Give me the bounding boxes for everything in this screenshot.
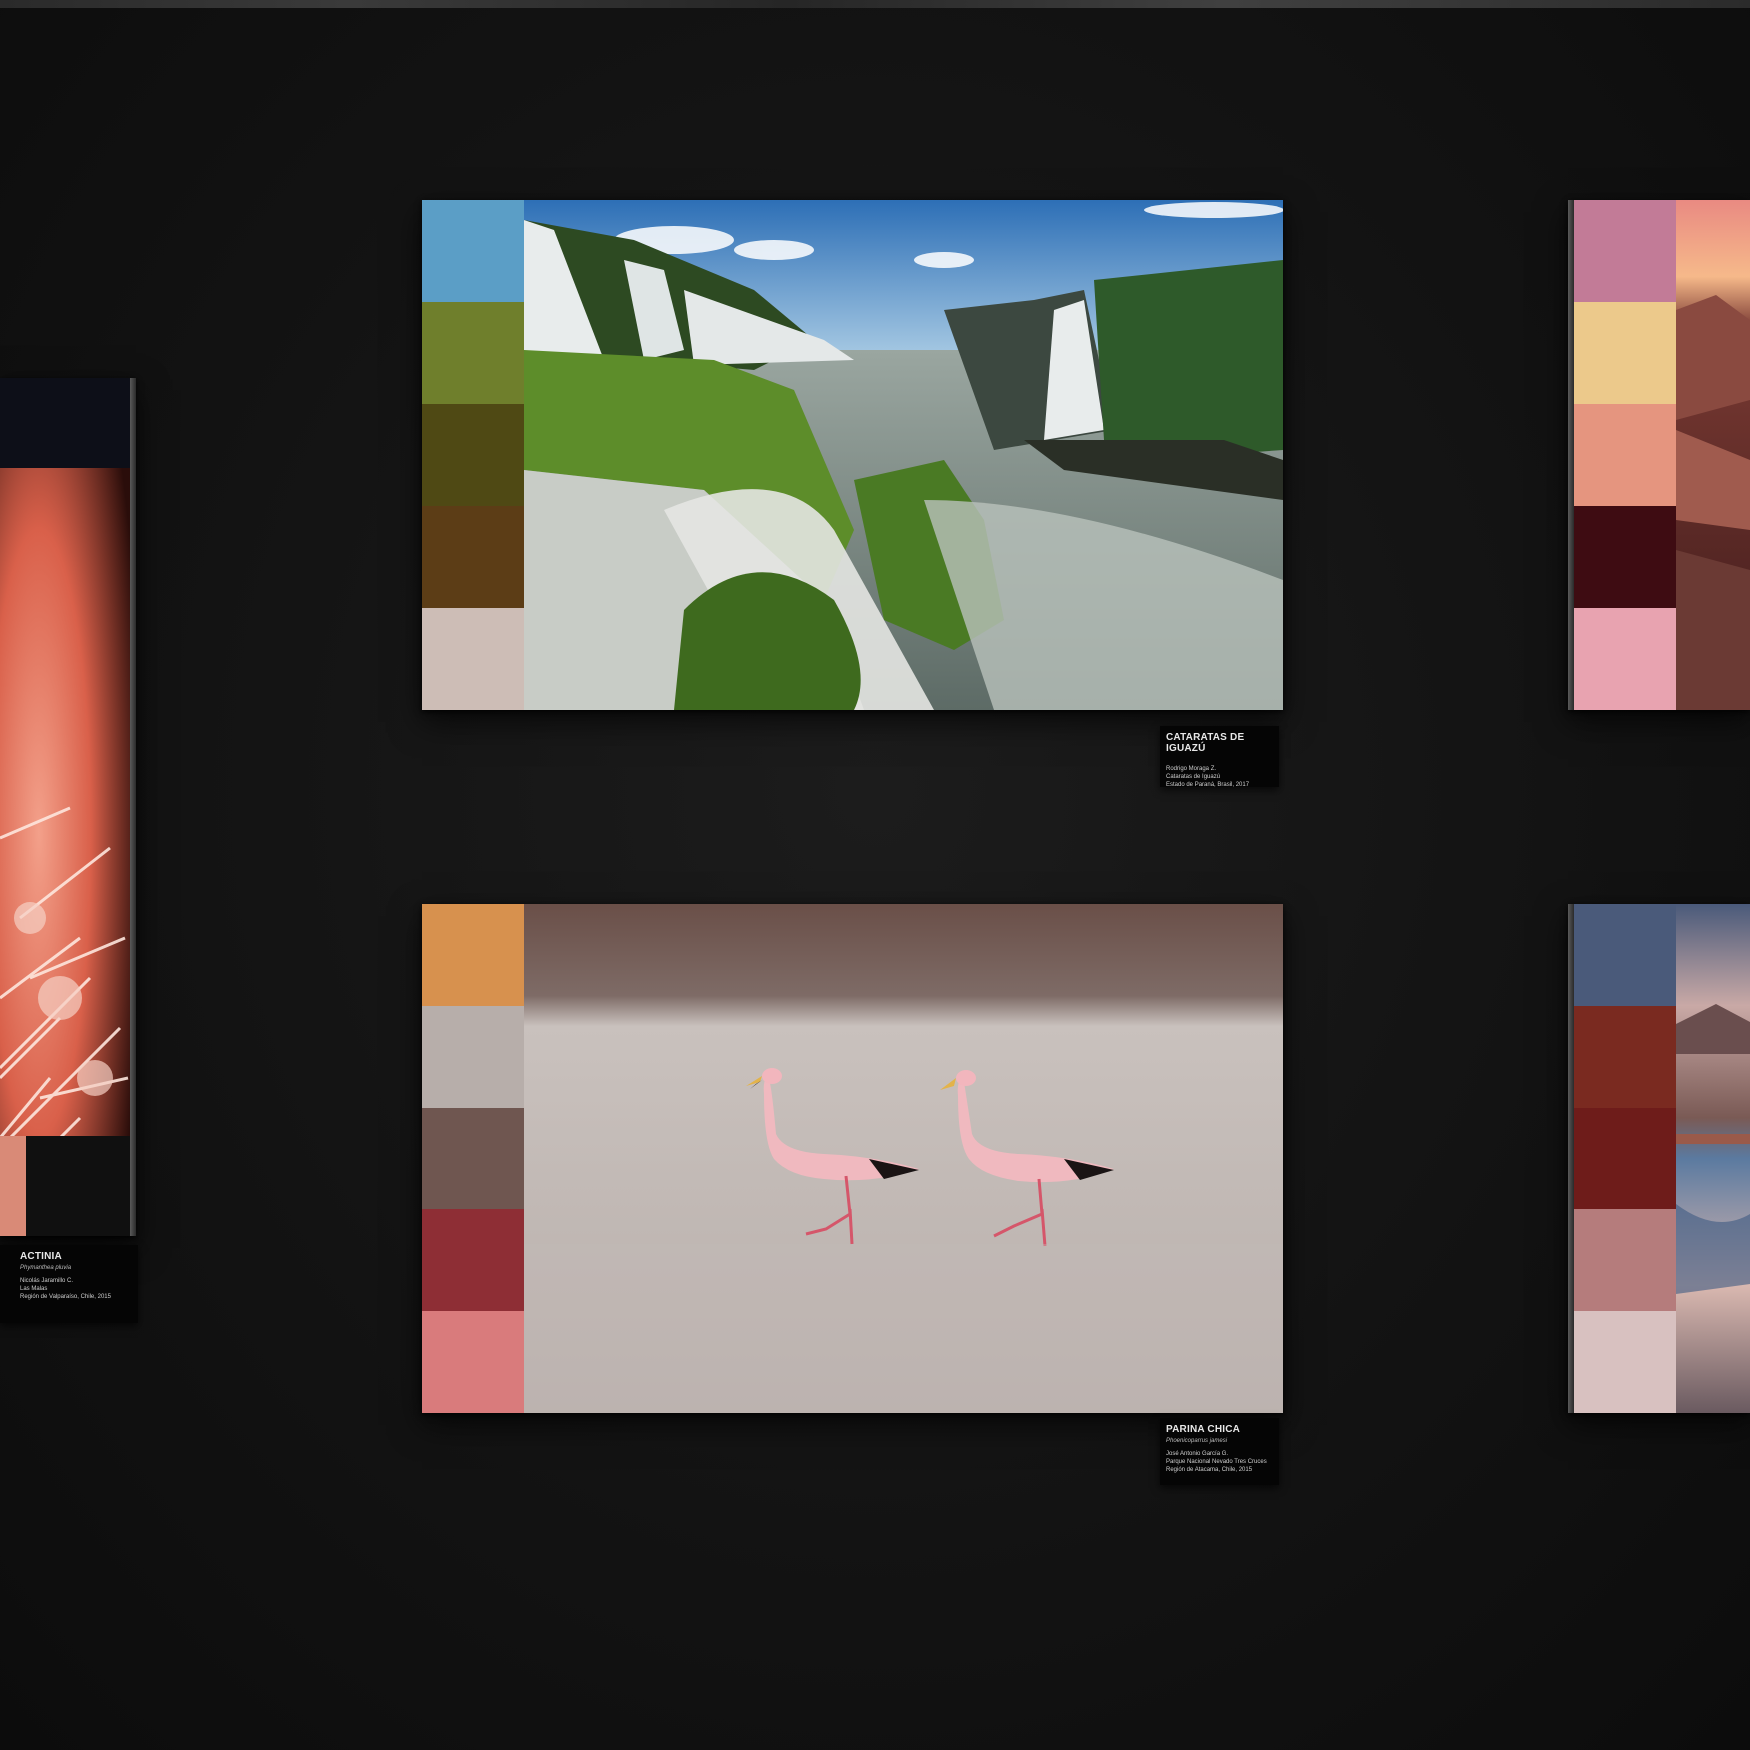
iguazu-photo xyxy=(524,200,1283,710)
palette-swatch xyxy=(0,1136,26,1236)
palette-swatch xyxy=(422,1209,524,1312)
palette-swatch xyxy=(422,1107,524,1210)
caption-parina-chica: PARINA CHICA Phoenicoparrus jamesi José … xyxy=(1160,1418,1279,1485)
palette-swatch xyxy=(422,404,524,506)
artwork-cataratas-de-iguazu[interactable] xyxy=(422,200,1283,710)
caption-line: Rodrigo Moraga Z. xyxy=(1166,766,1217,772)
artwork-right-bottom[interactable] xyxy=(1568,904,1750,1413)
right-bottom-palette xyxy=(1574,904,1676,1413)
caption-subtitle: Phoenicoparrus jamesi xyxy=(1166,1438,1228,1444)
palette-swatch xyxy=(422,200,524,302)
actinia-palette xyxy=(0,1136,130,1236)
palette-swatch xyxy=(422,506,524,608)
palette-swatch xyxy=(422,1005,524,1108)
palette-swatch xyxy=(26,1136,130,1236)
palette-swatch xyxy=(1574,404,1676,506)
parina-palette xyxy=(422,904,524,1413)
iguazu-palette xyxy=(422,200,524,710)
palette-swatch xyxy=(1574,904,1676,1006)
caption-line: Cataratas de Iguazú xyxy=(1166,774,1221,780)
caption-title: ACTINIA xyxy=(20,1251,62,1262)
caption-line: Nicolás Jaramillo C. xyxy=(20,1278,74,1284)
palette-swatch xyxy=(1574,1107,1676,1210)
caption-subtitle: Phymanthea pluvia xyxy=(20,1265,72,1271)
wall-top-strip xyxy=(0,0,1750,8)
caption-title: PARINA CHICA xyxy=(1166,1424,1241,1435)
caption-actinia: ACTINIA Phymanthea pluvia Nicolás Jarami… xyxy=(0,1245,138,1323)
caption-cataratas-de-iguazu: CATARATAS DE IGUAZÚ Rodrigo Moraga Z. Ca… xyxy=(1160,726,1279,788)
palette-swatch xyxy=(1574,506,1676,608)
caption-line: José Antonio García G. xyxy=(1166,1451,1229,1457)
palette-swatch xyxy=(1574,1209,1676,1312)
parina-photo xyxy=(524,904,1283,1413)
caption-title: CATARATAS DE IGUAZÚ xyxy=(1166,732,1245,754)
artwork-right-top[interactable] xyxy=(1568,200,1750,710)
palette-swatch xyxy=(422,1311,524,1413)
caption-line: Estado de Paraná, Brasil, 2017 xyxy=(1166,782,1250,788)
artwork-parina-chica[interactable] xyxy=(422,904,1283,1413)
palette-swatch xyxy=(422,302,524,404)
caption-line: Las Malas xyxy=(20,1286,48,1292)
palette-swatch xyxy=(1574,1005,1676,1108)
artwork-actinia[interactable] xyxy=(0,378,136,1236)
caption-line: Región de Atacama, Chile, 2015 xyxy=(1166,1467,1253,1473)
palette-swatch xyxy=(1574,302,1676,404)
palette-swatch xyxy=(1574,200,1676,302)
panel-edge xyxy=(130,378,136,1236)
right-bottom-photo xyxy=(1676,904,1750,1413)
palette-swatch xyxy=(422,904,524,1006)
caption-line: Parque Nacional Nevado Tres Cruces xyxy=(1166,1459,1267,1465)
right-top-palette xyxy=(1574,200,1676,710)
palette-swatch xyxy=(422,608,524,710)
palette-swatch xyxy=(1574,608,1676,710)
right-top-photo xyxy=(1676,200,1750,710)
caption-line: Región de Valparaíso, Chile, 2015 xyxy=(20,1294,111,1300)
palette-swatch xyxy=(1574,1311,1676,1413)
actinia-photo xyxy=(0,378,130,1136)
